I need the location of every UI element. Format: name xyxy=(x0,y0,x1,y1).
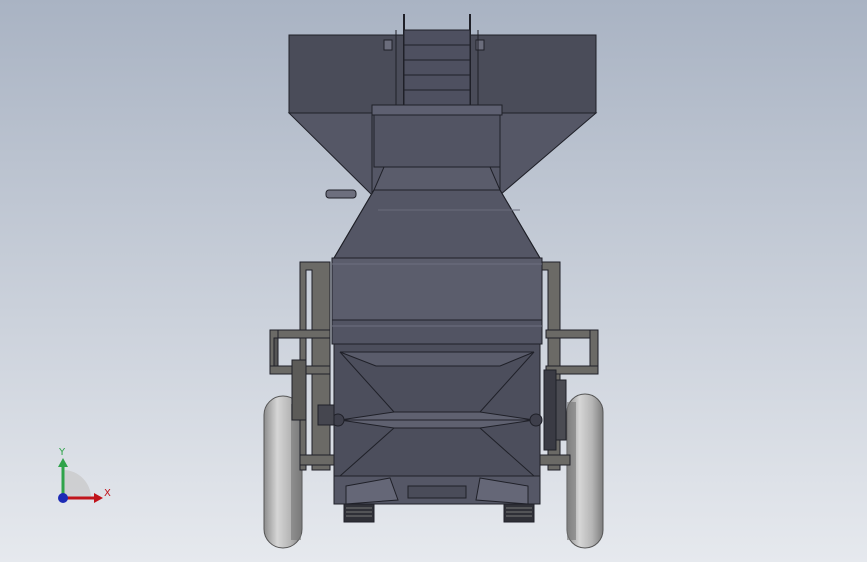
y-axis-label: Y xyxy=(58,447,66,458)
cad-canvas[interactable]: X Y xyxy=(0,0,867,562)
cad-viewport[interactable]: X Y xyxy=(0,0,867,562)
machine-model[interactable] xyxy=(263,14,604,549)
main-housing xyxy=(331,257,543,345)
z-axis-origin-icon xyxy=(58,493,68,503)
right-wheel xyxy=(566,393,604,549)
cleaning-drum xyxy=(317,343,567,477)
x-axis-label: X xyxy=(104,488,111,499)
